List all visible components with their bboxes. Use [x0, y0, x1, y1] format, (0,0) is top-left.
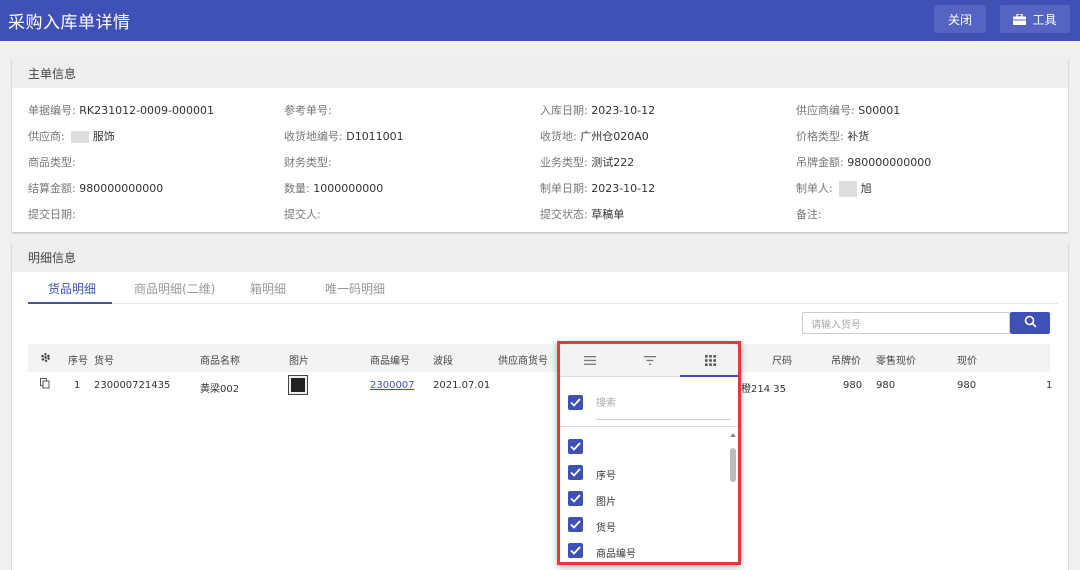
field-creator: 制单人: 旭	[796, 181, 872, 197]
field-supplier: 供应商: 服饰	[28, 130, 115, 143]
copy-icon[interactable]	[40, 378, 50, 392]
column-checkbox-image[interactable]	[568, 491, 583, 506]
cell-index: 1	[74, 380, 81, 391]
cell-band: 2021.07.01	[433, 380, 491, 391]
col-header-tag-price[interactable]: 吊牌价	[831, 352, 861, 367]
field-remark: 备注:	[796, 208, 822, 221]
col-header-code[interactable]: 商品编号	[370, 352, 410, 367]
column-search-input[interactable]: 搜索	[596, 394, 730, 420]
tools-button[interactable]: 工具	[1000, 5, 1070, 33]
scroll-up-arrow-icon[interactable]	[730, 433, 736, 437]
item-search-input[interactable]: 请输入货号	[802, 312, 1010, 334]
field-goods-type: 商品类型:	[28, 156, 76, 169]
active-tab-indicator	[28, 302, 112, 304]
col-header-index[interactable]: 序号	[68, 352, 88, 367]
col-header-band[interactable]: 波段	[433, 352, 453, 367]
col-header-size[interactable]: 尺码	[772, 352, 792, 367]
product-thumbnail[interactable]	[288, 375, 308, 395]
search-icon	[1024, 315, 1037, 331]
field-submit-status: 提交状态: 草稿单	[540, 208, 625, 221]
search-button[interactable]	[1010, 312, 1050, 334]
popup-tabs	[560, 344, 738, 377]
popup-active-tab-indicator	[680, 375, 738, 377]
tools-label: 工具	[1032, 12, 1057, 27]
select-all-checkbox[interactable]	[568, 395, 583, 410]
column-checkbox-code[interactable]	[568, 543, 583, 558]
field-receiver-no: 收货地编号: D1011001	[284, 130, 404, 143]
column-label-image: 图片	[596, 497, 616, 508]
column-checkbox-index[interactable]	[568, 465, 583, 480]
columns-grid-icon[interactable]	[700, 352, 720, 368]
column-checkbox[interactable]	[568, 439, 583, 454]
field-in-date: 入库日期: 2023-10-12	[540, 104, 656, 117]
detail-title: 明细信息	[12, 242, 1068, 272]
column-label-index: 序号	[596, 471, 616, 482]
col-header-name[interactable]: 商品名称	[200, 352, 240, 367]
col-header-supplier-item[interactable]: 供应商货号	[498, 352, 548, 367]
menu-icon[interactable]	[580, 352, 600, 368]
cell-name: 黄梁002	[200, 384, 240, 395]
cell-code-link[interactable]: 2300007	[370, 380, 415, 391]
redacted-block	[838, 181, 857, 197]
main-info-title: 主单信息	[12, 58, 1068, 88]
filter-icon[interactable]	[640, 352, 660, 368]
cell-size: 橙214 35	[741, 384, 786, 395]
field-ref-no: 参考单号:	[284, 104, 332, 117]
col-header-item-no[interactable]: 货号	[94, 352, 114, 367]
col-header-image[interactable]: 图片	[289, 352, 309, 367]
field-submit-date: 提交日期:	[28, 208, 76, 221]
briefcase-icon	[1013, 13, 1027, 25]
field-finance-type: 财务类型:	[284, 156, 332, 169]
column-label-item-no: 货号	[596, 523, 616, 534]
gear-icon[interactable]	[40, 352, 51, 366]
cell-overflow: 1	[1046, 380, 1053, 391]
cell-tag-price: 980	[843, 380, 863, 391]
detail-tabs: 货品明细 商品明细(二维) 箱明细 唯一码明细	[28, 278, 1058, 304]
tab-box-detail[interactable]: 箱明细	[250, 280, 286, 297]
tab-goods-detail[interactable]: 货品明细	[48, 280, 96, 297]
field-settle-amount: 结算金额: 980000000000	[28, 182, 164, 195]
field-price-type: 价格类型: 补货	[796, 130, 870, 143]
column-checkbox-item-no[interactable]	[568, 517, 583, 532]
scrollbar-thumb[interactable]	[730, 448, 736, 482]
col-header-price[interactable]: 现价	[957, 352, 977, 367]
column-chooser-popup: 搜索 序号 图片 货号 商品编号	[557, 341, 741, 565]
page-title: 采购入库单详情	[8, 13, 131, 33]
field-receiver: 收货地: 广州仓020A0	[540, 130, 649, 143]
column-label-code: 商品编号	[596, 549, 636, 560]
popup-divider	[560, 426, 738, 427]
cell-retail-price: 980	[876, 380, 896, 391]
close-button[interactable]: 关闭	[934, 5, 986, 33]
field-tag-amount: 吊牌金额: 980000000000	[796, 156, 932, 169]
field-submitter: 提交人:	[284, 208, 321, 221]
field-create-date: 制单日期: 2023-10-12	[540, 182, 656, 195]
cell-price: 980	[957, 380, 977, 391]
tab-unique-code[interactable]: 唯一码明细	[325, 280, 385, 297]
field-quantity: 数量: 1000000000	[284, 182, 384, 195]
col-header-retail-price[interactable]: 零售现价	[876, 352, 916, 367]
cell-item-no: 230000721435	[94, 380, 171, 391]
main-info-card: 主单信息 单据编号: RK231012-0009-000001 参考单号: 入库…	[12, 58, 1068, 232]
field-doc-no: 单据编号: RK231012-0009-000001	[28, 104, 214, 117]
field-business-type: 业务类型: 测试222	[540, 156, 635, 169]
detail-card: 明细信息 货品明细 商品明细(二维) 箱明细 唯一码明细 请输入货号 序号 货号…	[12, 242, 1068, 570]
tab-goods-2d[interactable]: 商品明细(二维)	[134, 280, 215, 297]
field-supplier-no: 供应商编号: S00001	[796, 104, 901, 117]
redacted-block	[70, 131, 89, 143]
top-bar: 采购入库单详情 关闭 工具	[0, 0, 1080, 41]
